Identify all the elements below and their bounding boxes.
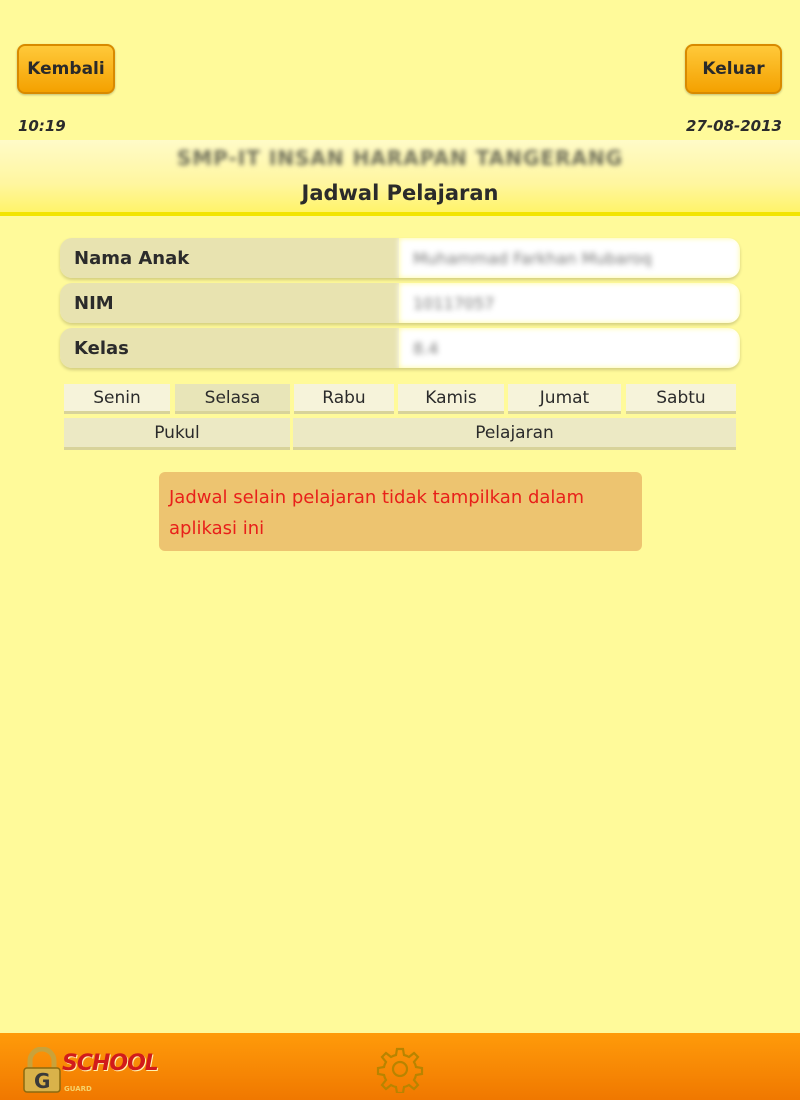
column-header-subject: Pelajaran (293, 418, 736, 450)
svg-text:G: G (34, 1069, 50, 1093)
student-class-value: 8.4 (399, 328, 740, 368)
student-name-label: Nama Anak (60, 238, 399, 278)
student-name-row: Nama Anak Muhammad Farkhan Mubaroq (60, 238, 740, 278)
column-header-time: Pukul (64, 418, 290, 450)
school-name: SMP-IT INSAN HARAPAN TANGERANG (176, 146, 624, 170)
gear-icon[interactable] (376, 1045, 424, 1093)
time-display: 10:19 (18, 117, 66, 135)
student-class-label: Kelas (60, 328, 399, 368)
date-display: 27-08-2013 (686, 117, 782, 135)
tab-jumat[interactable]: Jumat (508, 384, 621, 414)
student-nim-value: 10117057 (399, 283, 740, 323)
svg-text:GUARD: GUARD (64, 1085, 92, 1093)
back-button[interactable]: Kembali (17, 44, 115, 94)
student-class-row: Kelas 8.4 (60, 328, 740, 368)
tab-rabu[interactable]: Rabu (294, 384, 394, 414)
student-name-value: Muhammad Farkhan Mubaroq (399, 238, 740, 278)
logout-button[interactable]: Keluar (685, 44, 782, 94)
tab-senin[interactable]: Senin (64, 384, 170, 414)
school-logo-text: SCHOOL (62, 1051, 159, 1076)
tab-sabtu[interactable]: Sabtu (626, 384, 736, 414)
notice-message: Jadwal selain pelajaran tidak tampilkan … (159, 472, 642, 551)
student-nim-row: NIM 10117057 (60, 283, 740, 323)
page-title: Jadwal Pelajaran (301, 181, 499, 205)
tab-selasa[interactable]: Selasa (175, 384, 290, 414)
tab-kamis[interactable]: Kamis (398, 384, 504, 414)
student-nim-label: NIM (60, 283, 399, 323)
